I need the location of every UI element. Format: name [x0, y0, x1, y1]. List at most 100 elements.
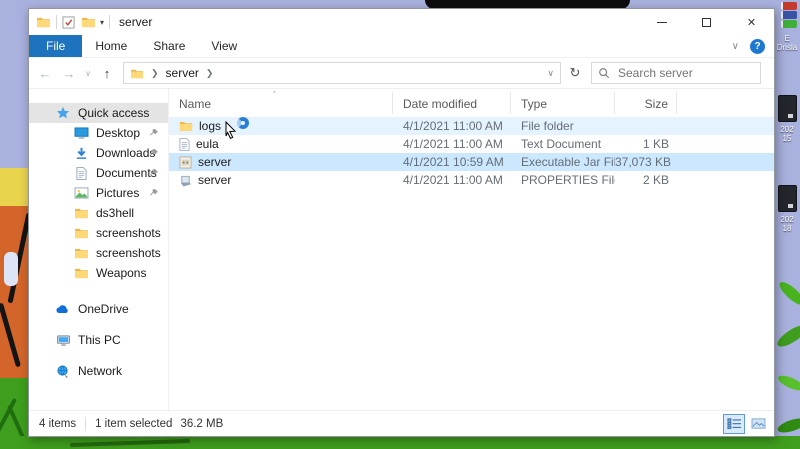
breadcrumb-segment-server[interactable]: server	[166, 66, 199, 80]
wallpaper-leaf	[776, 373, 800, 394]
archive-app-icon[interactable]	[781, 2, 798, 29]
large-icons-view-button[interactable]	[747, 414, 769, 434]
address-bar[interactable]: ❯ server ❯ ∨	[123, 62, 561, 84]
forward-button[interactable]: →	[57, 66, 81, 81]
quick-access-toolbar-caret-icon[interactable]: ▾	[100, 18, 104, 27]
file-type: PROPERTIES File	[511, 173, 615, 187]
pin-icon	[149, 167, 159, 181]
sort-ascending-icon: ˆ	[273, 90, 276, 100]
sidebar-item-weapons[interactable]: Weapons	[29, 263, 168, 283]
search-icon	[598, 67, 610, 79]
sidebar-item-label: ds3hell	[96, 206, 134, 220]
column-header-name[interactable]: Name	[169, 92, 393, 114]
new-folder-quick-button[interactable]	[81, 16, 96, 28]
sidebar-item-label: This PC	[78, 333, 121, 347]
properties-quick-button[interactable]	[62, 16, 75, 29]
file-type: Text Document	[511, 137, 615, 151]
refresh-button[interactable]: ↻	[561, 65, 589, 81]
minimize-button[interactable]	[639, 9, 684, 35]
tab-view[interactable]: View	[198, 35, 250, 57]
expand-ribbon-chevron-icon[interactable]: ∨	[732, 41, 739, 52]
column-header-size[interactable]: Size	[615, 92, 677, 114]
file-name-cell: server	[169, 173, 393, 187]
maximize-button[interactable]	[684, 9, 729, 35]
sidebar-item-label: Network	[78, 364, 122, 378]
address-folder-icon	[130, 68, 144, 79]
file-name-cell: logs	[169, 119, 393, 133]
ribbon-tab-bar: File Home Share View ∨ ?	[29, 35, 774, 58]
pin-icon	[149, 187, 159, 201]
folder-icon	[73, 227, 89, 239]
window-controls: ✕	[639, 9, 774, 35]
computer-icon	[55, 334, 71, 347]
tab-file[interactable]: File	[29, 35, 82, 57]
file-type: Executable Jar File	[511, 155, 615, 169]
video-thumb-dot	[788, 204, 793, 208]
file-name-cell: eula	[169, 137, 393, 151]
titlebar-separator	[109, 15, 110, 29]
address-dropdown-chevron-icon[interactable]: ∨	[547, 68, 556, 79]
file-row-server-properties[interactable]: server 4/1/2021 11:00 AM PROPERTIES File…	[169, 171, 774, 189]
properties-file-icon	[179, 174, 192, 187]
video-file-icon[interactable]	[778, 95, 797, 122]
sidebar-item-screenshots-2[interactable]: screenshots	[29, 243, 168, 263]
sidebar-item-network[interactable]: Network	[29, 360, 168, 382]
sidebar-item-this-pc[interactable]: This PC	[29, 329, 168, 351]
sidebar-item-downloads[interactable]: Downloads	[29, 143, 168, 163]
documents-icon	[73, 167, 89, 180]
sidebar-item-ds3hell[interactable]: ds3hell	[29, 203, 168, 223]
tab-home[interactable]: Home	[82, 35, 140, 57]
window-folder-icon	[36, 16, 51, 28]
label-line: 202	[780, 125, 793, 134]
navigation-bar: ← → ∨ ↑ ❯ server ❯ ∨ ↻	[29, 58, 774, 89]
sidebar-item-documents[interactable]: Documents	[29, 163, 168, 183]
search-input[interactable]	[616, 65, 736, 81]
wallpaper-bottom-grass	[0, 436, 800, 449]
file-date: 4/1/2021 11:00 AM	[393, 119, 511, 133]
downloads-icon	[73, 147, 89, 160]
details-view-button[interactable]	[723, 414, 745, 434]
sidebar-gap	[29, 283, 168, 289]
pin-icon	[149, 127, 159, 141]
file-row-logs[interactable]: logs 4/1/2021 11:00 AM File folder	[169, 117, 774, 135]
wallpaper-grass-stroke	[70, 439, 190, 447]
back-button[interactable]: ←	[33, 66, 57, 81]
up-button[interactable]: ↑	[95, 66, 119, 81]
maximize-icon	[702, 18, 711, 27]
sidebar-item-pictures[interactable]: Pictures	[29, 183, 168, 203]
file-row-eula[interactable]: eula 4/1/2021 11:00 AM Text Document 1 K…	[169, 135, 774, 153]
recent-locations-chevron-icon[interactable]: ∨	[81, 69, 95, 78]
close-button[interactable]: ✕	[729, 9, 774, 35]
sidebar-item-label: Pictures	[96, 186, 139, 200]
column-header-type[interactable]: Type	[511, 92, 615, 114]
quick-access-star-icon	[55, 106, 71, 120]
navigation-pane: Quick access Desktop Downloads	[29, 89, 168, 410]
breadcrumb-chevron-icon[interactable]: ❯	[206, 68, 214, 79]
sidebar-item-onedrive[interactable]: OneDrive	[29, 298, 168, 320]
label-line: 18	[783, 224, 792, 233]
search-box[interactable]	[591, 62, 761, 84]
tab-share[interactable]: Share	[140, 35, 198, 57]
label-line: 202	[780, 215, 793, 224]
column-header-date-modified[interactable]: Date modified	[393, 92, 511, 114]
wallpaper-leaf	[776, 279, 800, 309]
archive-book-red	[781, 2, 797, 10]
help-icon[interactable]: ?	[750, 39, 765, 54]
network-icon	[55, 365, 71, 378]
sidebar-item-label: screenshots	[96, 246, 161, 260]
wallpaper-white-patch	[4, 252, 18, 286]
sidebar-item-desktop[interactable]: Desktop	[29, 123, 168, 143]
video-file-icon[interactable]	[778, 185, 797, 212]
sidebar-item-label: Downloads	[96, 146, 155, 160]
folder-icon	[73, 267, 89, 279]
pictures-icon	[73, 187, 89, 199]
titlebar-separator	[56, 15, 57, 29]
desktop-icon-label: 202 18	[774, 215, 800, 233]
sidebar-item-label: Quick access	[78, 106, 149, 120]
folder-icon	[73, 207, 89, 219]
sidebar-item-quick-access[interactable]: Quick access	[29, 103, 168, 123]
sidebar-item-screenshots[interactable]: screenshots	[29, 223, 168, 243]
file-row-server-jar[interactable]: server 4/1/2021 10:59 AM Executable Jar …	[169, 153, 774, 171]
label-line: E	[784, 34, 789, 43]
titlebar[interactable]: ▾ server ✕	[29, 9, 774, 35]
